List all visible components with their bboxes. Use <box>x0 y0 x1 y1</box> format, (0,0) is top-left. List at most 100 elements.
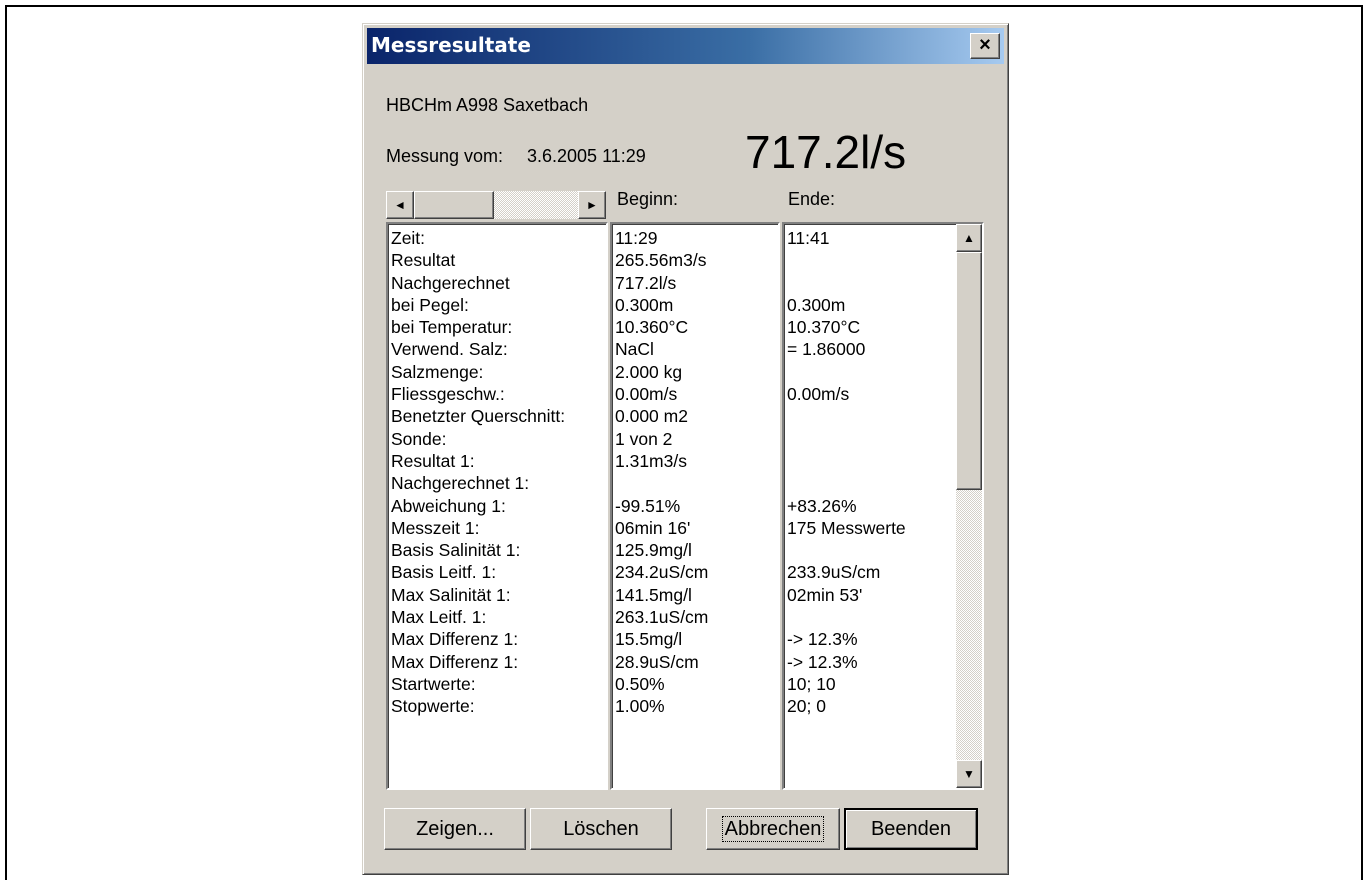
end-value-row: 11:41 <box>787 228 830 248</box>
station-name: HBCHm A998 Saxetbach <box>386 95 589 115</box>
vertical-scroll-thumb[interactable] <box>956 252 982 490</box>
scroll-right-button[interactable]: ► <box>578 191 606 219</box>
begin-column-header: Beginn: <box>617 189 679 209</box>
begin-value-row: 717.2l/s <box>615 272 677 293</box>
end-value-row: 02min 53' <box>787 584 863 605</box>
begin-value-row: 06min 16' <box>615 517 691 538</box>
label-row: Stopwerte: <box>391 696 475 717</box>
end-value-row: 10.370°C <box>787 317 861 338</box>
begin-value-row: 263.1uS/cm <box>615 607 709 628</box>
begin-value-row: 0.00m/s <box>615 384 678 405</box>
label-row: Basis Leitf. 1: <box>391 562 497 583</box>
begin-value-row: -99.51% <box>615 495 681 516</box>
title-bar[interactable]: Messresultate × <box>367 28 1004 64</box>
cancel-button-label: Abbrechen <box>721 816 825 842</box>
begin-value-row: 125.9mg/l <box>615 540 692 561</box>
arrow-up-icon: ▲ <box>963 231 975 245</box>
labels-listbox[interactable]: Zeit: Resultat Nachgerechnet bei Pegel: bei … <box>386 222 608 790</box>
scroll-left-button[interactable]: ◄ <box>386 191 414 219</box>
begin-value-row: 15.5mg/l <box>615 629 683 650</box>
label-row: Max Differenz 1: <box>391 629 519 650</box>
label-row: Fliessgeschw.: <box>391 384 505 405</box>
begin-values-list: 11:29 265.56m3/s 717.2l/s 0.300m 10.360°C NaC… <box>615 227 708 718</box>
label-row: Verwend. Salz: <box>391 339 508 360</box>
horizontal-scrollbar[interactable]: ◄ ► <box>386 191 606 219</box>
begin-value-row: 1.00% <box>615 696 665 717</box>
end-values-list: 11:41 0.300m 10.370°C = 1.86000 0.00m/s +83.2… <box>787 227 906 718</box>
begin-value-row: NaCl <box>615 339 654 360</box>
end-value-row: = 1.86000 <box>787 339 866 360</box>
end-value-row <box>787 428 906 450</box>
begin-value-row: 141.5mg/l <box>615 584 692 605</box>
arrow-left-icon: ◄ <box>394 198 406 212</box>
labels-list: Zeit: Resultat Nachgerechnet bei Pegel: bei … <box>391 227 565 718</box>
arrow-right-icon: ► <box>586 198 598 212</box>
scroll-down-button[interactable]: ▼ <box>956 760 982 788</box>
show-button-label: Zeigen... <box>416 818 494 840</box>
delete-button[interactable]: Löschen <box>530 808 672 850</box>
begin-value-row: 0.300m <box>615 294 674 315</box>
label-row: Max Salinität 1: <box>391 584 511 605</box>
horizontal-scroll-thumb[interactable] <box>414 191 494 219</box>
scroll-up-button[interactable]: ▲ <box>956 224 982 252</box>
begin-value-row: 1 von 2 <box>615 428 673 449</box>
close-icon: × <box>979 34 991 56</box>
begin-value-row: 265.56m3/s <box>615 250 707 271</box>
label-row: Abweichung 1: <box>391 495 506 516</box>
result-flow-value: 717.2l/s <box>745 126 907 178</box>
label-row: Max Differenz 1: <box>391 651 519 672</box>
label-row: Resultat 1: <box>391 450 475 471</box>
label-row: Resultat <box>391 250 456 271</box>
begin-value-row: 2.000 kg <box>615 361 683 382</box>
label-row: bei Temperatur: <box>391 317 513 338</box>
label-row: Startwerte: <box>391 673 476 694</box>
show-button[interactable]: Zeigen... <box>384 808 526 850</box>
begin-value-row: 0.000 m2 <box>615 406 688 427</box>
begin-listbox[interactable]: 11:29 265.56m3/s 717.2l/s 0.300m 10.360°C NaC… <box>610 222 780 790</box>
cancel-button[interactable]: Abbrechen <box>706 808 840 850</box>
finish-button-label: Beenden <box>870 818 952 840</box>
end-value-row: 0.300m <box>787 294 846 315</box>
end-value-row: +83.26% <box>787 495 857 516</box>
end-value-row <box>787 249 906 271</box>
label-row: Benetzter Querschnitt: <box>391 406 566 427</box>
end-value-row <box>787 405 906 427</box>
label-row: bei Pegel: <box>391 294 469 315</box>
end-value-row: 175 Messwerte <box>787 517 906 538</box>
end-value-row: 20; 0 <box>787 696 826 717</box>
begin-value-row: 234.2uS/cm <box>615 562 709 583</box>
measurement-date-label: Messung vom: <box>386 146 504 166</box>
end-value-row: -> 12.3% <box>787 651 858 672</box>
end-value-row <box>787 450 906 472</box>
label-row: Sonde: <box>391 428 447 449</box>
end-value-row <box>787 472 906 494</box>
end-value-row: -> 12.3% <box>787 629 858 650</box>
begin-value-row: 28.9uS/cm <box>615 651 699 672</box>
finish-button[interactable]: Beenden <box>844 808 978 850</box>
begin-value-row: 0.50% <box>615 673 665 694</box>
begin-value-row: 11:29 <box>615 228 658 248</box>
close-button[interactable]: × <box>970 33 1000 59</box>
measurement-date-value: 3.6.2005 11:29 <box>527 146 646 166</box>
begin-value-row: 1.31m3/s <box>615 450 687 471</box>
window-title: Messresultate <box>371 33 531 57</box>
label-row: Zeit: <box>391 228 426 248</box>
end-listbox[interactable]: 11:41 0.300m 10.370°C = 1.86000 0.00m/s +83.2… <box>782 222 984 790</box>
end-value-row: 10; 10 <box>787 673 836 694</box>
label-row: Max Leitf. 1: <box>391 607 487 628</box>
end-value-row: 0.00m/s <box>787 384 850 405</box>
label-row: Messzeit 1: <box>391 517 480 538</box>
label-row: Nachgerechnet 1: <box>391 473 530 494</box>
end-value-row <box>787 361 906 383</box>
end-value-row <box>787 272 906 294</box>
begin-value-row: 10.360°C <box>615 317 689 338</box>
arrow-down-icon: ▼ <box>963 767 975 781</box>
delete-button-label: Löschen <box>563 818 639 840</box>
label-row: Basis Salinität 1: <box>391 540 521 561</box>
end-value-row <box>787 539 906 561</box>
end-value-row <box>787 606 906 628</box>
label-row: Nachgerechnet <box>391 272 510 293</box>
end-column-header: Ende: <box>788 189 836 209</box>
end-value-row: 233.9uS/cm <box>787 562 881 583</box>
begin-value-row <box>615 472 708 494</box>
